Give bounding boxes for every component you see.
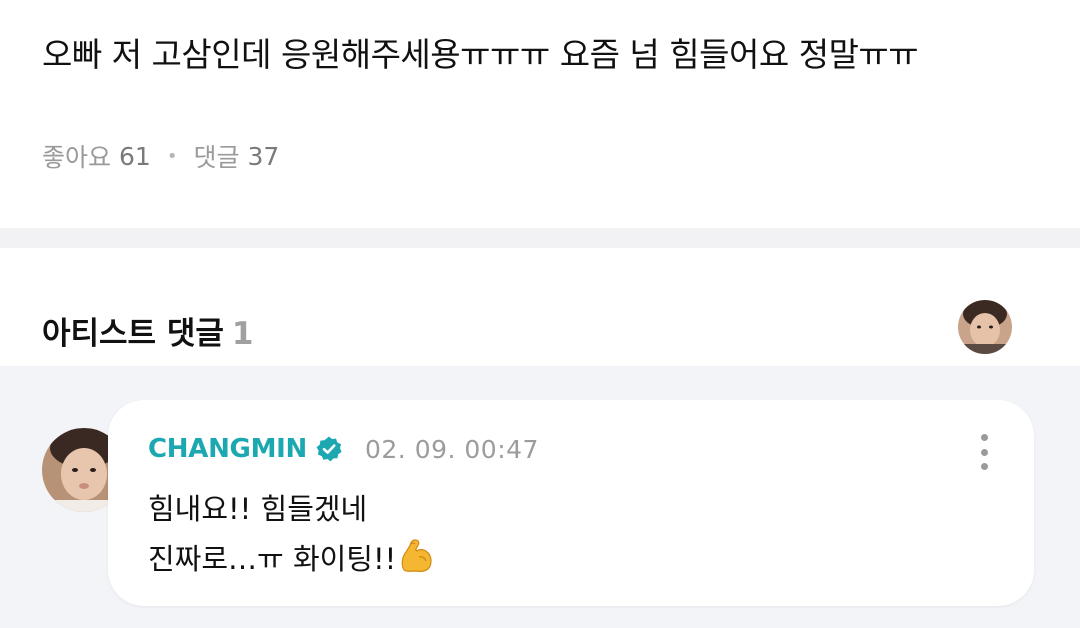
comment-timestamp: 02. 09. 00:47 [364,434,539,464]
post: 오빠 저 고삼인데 응원해주세용ㅠㅠㅠ 요즘 넘 힘들어요 정말ㅠㅠ 좋아요 6… [0,0,1080,228]
post-text: 오빠 저 고삼인데 응원해주세용ㅠㅠㅠ 요즘 넘 힘들어요 정말ㅠㅠ [42,35,919,74]
likes-label[interactable]: 좋아요 [42,138,111,174]
comment-line-2: 진짜로…ㅠ 화이팅!! [148,542,397,576]
comment-author-row: CHANGMIN 02. 09. 00:47 [148,434,539,464]
artist-comments-header: 아티스트 댓글 1 [0,248,1080,366]
comment-line-2-row: 진짜로…ㅠ 화이팅!! [148,534,436,590]
comments-label[interactable]: 댓글 [193,138,239,174]
section-divider [0,228,1080,248]
post-meta: 좋아요 61 • 댓글 37 [42,138,279,174]
flexed-biceps-icon [398,537,436,590]
comment-area: CHANGMIN 02. 09. 00:47 힘내요!! 힘들겠네 진짜로…ㅠ … [0,366,1080,628]
artist-comments-title: 아티스트 댓글 1 [42,308,254,353]
artist-comments-title-text: 아티스트 댓글 [42,316,224,352]
separator-dot: • [166,145,178,167]
artist-comments-count: 1 [231,316,254,352]
comment-author-name[interactable]: CHANGMIN [148,434,307,464]
likes-count[interactable]: 61 [119,142,151,171]
more-options-icon[interactable] [972,434,996,470]
comment-bubble: CHANGMIN 02. 09. 00:47 힘내요!! 힘들겠네 진짜로…ㅠ … [108,400,1034,606]
comments-count[interactable]: 37 [247,142,279,171]
artist-avatar[interactable] [958,300,1012,354]
comment-body: 힘내요!! 힘들겠네 진짜로…ㅠ 화이팅!! [148,484,436,590]
comment-line-1: 힘내요!! 힘들겠네 [148,492,368,526]
verified-badge-icon [315,435,343,463]
